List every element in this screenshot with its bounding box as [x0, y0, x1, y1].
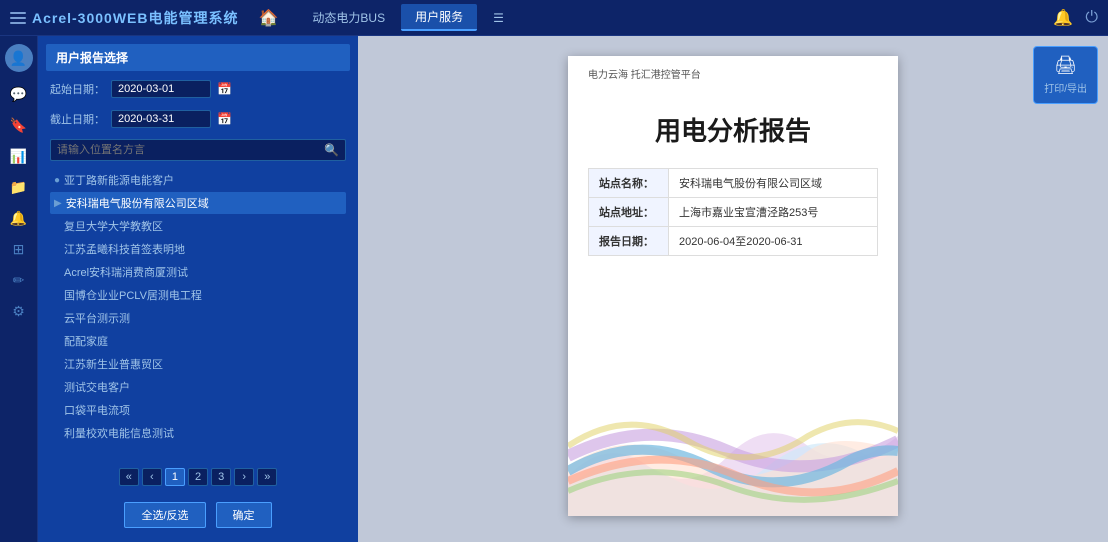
nav-tabs: 动态电力BUS 用户服务 ☰: [298, 4, 517, 31]
page-2-btn[interactable]: 2: [188, 468, 208, 486]
tree-item-label-6: 云平台测示测: [64, 310, 130, 326]
tree-item-9[interactable]: 测试交电客户: [50, 376, 346, 398]
info-row-0: 站点名称： 安科瑞电气股份有限公司区域: [589, 169, 878, 198]
page-last-btn[interactable]: »: [257, 468, 277, 486]
tree-item-label-2: 复旦大学大学教教区: [64, 218, 163, 234]
left-control-panel: 用户报告选择 起始日期： 📅 截止日期： 📅 🔍 ●: [38, 36, 358, 542]
tree-item-label-11: 利量校欢电能信息测试: [64, 425, 174, 441]
tab-user-service[interactable]: 用户服务: [401, 4, 477, 31]
main-layout: 👤 💬 🔖 📊 📁 🔔 ⊞ ✏ ⚙ 用户报告选择 起始日期： 📅 截止日期： 📅: [0, 36, 1108, 542]
logo-area: Acrel-3000WEB电能管理系统: [10, 8, 239, 28]
power-icon[interactable]: ⏻: [1085, 9, 1098, 27]
confirm-button[interactable]: 确定: [216, 502, 272, 528]
doc-info-table: 站点名称： 安科瑞电气股份有限公司区域 站点地址： 上海市嘉业宝宣漕泾路253号…: [588, 168, 878, 256]
start-date-label: 起始日期：: [50, 81, 105, 97]
info-value-2: 2020-06-04至2020-06-31: [669, 227, 878, 256]
tree-item-label-4: Acrel安科瑞消费商厦测试: [64, 264, 188, 280]
edit-icon[interactable]: ✏: [7, 272, 31, 289]
page-3-btn[interactable]: 3: [211, 468, 231, 486]
hamburger-menu[interactable]: [10, 12, 26, 24]
page-prev-btn[interactable]: ‹: [142, 468, 162, 486]
info-label-1: 站点地址：: [589, 198, 669, 227]
document-preview: 电力云海 托汇港控管平台 用电分析报告 站点名称： 安科瑞电气股份有限公司区域 …: [568, 56, 898, 516]
tree-item-label-7: 配配家庭: [64, 333, 108, 349]
tab-more[interactable]: ☰: [479, 7, 518, 29]
top-bar: Acrel-3000WEB电能管理系统 🏠 动态电力BUS 用户服务 ☰ 🔔 ⏻: [0, 0, 1108, 36]
end-date-row: 截止日期： 📅: [46, 107, 350, 131]
tree-item-7[interactable]: 配配家庭: [50, 330, 346, 352]
panel-title: 用户报告选择: [46, 44, 350, 71]
top-bar-right: 🔔 ⏻: [1053, 8, 1098, 28]
tree-list: ● 亚丁路新能源电能客户 ▶ 安科瑞电气股份有限公司区域 复旦大学大学教教区 江…: [46, 169, 350, 449]
info-value-1: 上海市嘉业宝宣漕泾路253号: [669, 198, 878, 227]
page-1-btn[interactable]: 1: [165, 468, 185, 486]
info-label-0: 站点名称：: [589, 169, 669, 198]
start-date-row: 起始日期： 📅: [46, 77, 350, 101]
info-value-0: 安科瑞电气股份有限公司区域: [669, 169, 878, 198]
start-date-calendar-icon[interactable]: 📅: [217, 82, 232, 96]
page-first-btn[interactable]: «: [119, 468, 139, 486]
doc-header-text: 电力云海 托汇港控管平台: [588, 70, 701, 81]
info-row-1: 站点地址： 上海市嘉业宝宣漕泾路253号: [589, 198, 878, 227]
folder-icon[interactable]: 📁: [7, 179, 31, 196]
tree-item-4[interactable]: Acrel安科瑞消费商厦测试: [50, 261, 346, 283]
doc-title: 用电分析报告: [568, 81, 898, 168]
tree-item-3[interactable]: 江苏孟曦科技首签表明地: [50, 238, 346, 260]
end-date-label: 截止日期：: [50, 111, 105, 127]
alert-icon[interactable]: 🔔: [7, 210, 31, 227]
tree-item-label-8: 江苏新生业普惠贸区: [64, 356, 163, 372]
print-panel[interactable]: 🖨 打印/导出: [1033, 46, 1098, 104]
tree-item-5[interactable]: 国博仓业业PCLV居测电工程: [50, 284, 346, 306]
chart-icon[interactable]: 📊: [7, 148, 31, 165]
content-panel: 用户报告选择 起始日期： 📅 截止日期： 📅 🔍 ●: [38, 36, 1108, 542]
info-row-2: 报告日期： 2020-06-04至2020-06-31: [589, 227, 878, 256]
end-date-input[interactable]: [111, 110, 211, 128]
page-next-btn[interactable]: ›: [234, 468, 254, 486]
end-date-calendar-icon[interactable]: 📅: [217, 112, 232, 126]
notification-icon[interactable]: 🔔: [1053, 8, 1073, 28]
tree-item-label-0: 亚丁路新能源电能客户: [64, 172, 174, 188]
tree-item-label-3: 江苏孟曦科技首签表明地: [64, 241, 185, 257]
tree-item-12[interactable]: 幸三温家器测比尼记已74: [50, 445, 346, 449]
print-icon: 🖨: [1054, 55, 1077, 76]
app-title: Acrel-3000WEB电能管理系统: [32, 8, 239, 28]
wave-decoration: [568, 396, 898, 516]
bookmark-icon[interactable]: 🔖: [7, 117, 31, 134]
tree-item-label-12: 幸三温家器测比尼记已74: [64, 448, 186, 449]
tree-item-label-9: 测试交电客户: [64, 379, 130, 395]
tree-item-8[interactable]: 江苏新生业普惠贸区: [50, 353, 346, 375]
home-button[interactable]: 🏠: [259, 8, 279, 28]
tree-toggle-1: ▶: [54, 198, 62, 209]
tree-item-2[interactable]: 复旦大学大学教教区: [50, 215, 346, 237]
settings-icon[interactable]: ⚙: [7, 303, 31, 320]
print-label: 打印/导出: [1044, 80, 1087, 95]
search-icon: 🔍: [324, 143, 339, 157]
pagination: « ‹ 1 2 3 › »: [46, 462, 350, 492]
tree-item-10[interactable]: 口袋平电流项: [50, 399, 346, 421]
tree-item-label-1: 安科瑞电气股份有限公司区域: [66, 195, 209, 211]
tree-item-1[interactable]: ▶ 安科瑞电气股份有限公司区域: [50, 192, 346, 214]
bottom-buttons: 全选/反选 确定: [46, 498, 350, 534]
tab-dynamic[interactable]: 动态电力BUS: [298, 5, 399, 30]
tree-item-6[interactable]: 云平台测示测: [50, 307, 346, 329]
avatar[interactable]: 👤: [5, 44, 33, 72]
doc-company-header: 电力云海 托汇港控管平台: [568, 56, 898, 81]
chat-icon[interactable]: 💬: [7, 86, 31, 103]
layers-icon[interactable]: ⊞: [7, 241, 31, 258]
start-date-input[interactable]: [111, 80, 211, 98]
tree-item-11[interactable]: 利量校欢电能信息测试: [50, 422, 346, 444]
tree-item-0[interactable]: ● 亚丁路新能源电能客户: [50, 169, 346, 191]
tree-item-label-10: 口袋平电流项: [64, 402, 130, 418]
search-box: 🔍: [50, 139, 346, 161]
info-label-2: 报告日期：: [589, 227, 669, 256]
right-doc-area: 🖨 打印/导出 电力云海 托汇港控管平台 用电分析报告 站点名称： 安科瑞电气股…: [358, 36, 1108, 542]
tree-toggle-0: ●: [54, 175, 60, 186]
select-all-button[interactable]: 全选/反选: [124, 502, 205, 528]
tree-item-label-5: 国博仓业业PCLV居测电工程: [64, 287, 202, 303]
search-input[interactable]: [57, 144, 324, 156]
left-sidebar: 👤 💬 🔖 📊 📁 🔔 ⊞ ✏ ⚙: [0, 36, 38, 542]
